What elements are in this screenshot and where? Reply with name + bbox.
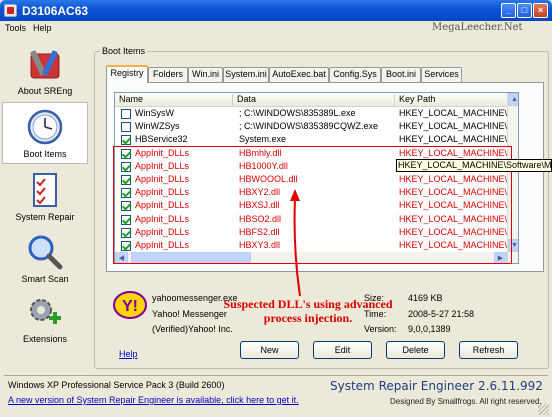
sidebar: About SREng Boot Items System Repair Sma…: [2, 38, 88, 373]
sidebar-item-boot-items[interactable]: Boot Items: [2, 102, 88, 164]
close-button[interactable]: ×: [533, 3, 548, 18]
title-bar: D3106AC63 _ □ ×: [0, 0, 552, 21]
list-header: Name Data Key Path: [115, 93, 518, 107]
key-path-tooltip: HKEY_LOCAL_MACHINE\Software\Micro: [396, 159, 552, 172]
edit-button[interactable]: Edit: [313, 341, 372, 359]
refresh-button[interactable]: Refresh: [459, 341, 518, 359]
svg-text:Y!: Y!: [122, 298, 138, 315]
version-value: 9,0,0,1389: [408, 324, 451, 334]
watermark: MegaLeecher.Net: [432, 22, 523, 33]
tab-folders[interactable]: Folders: [148, 67, 188, 82]
help-link[interactable]: Help: [119, 349, 138, 359]
tab-config-sys[interactable]: Config.Sys: [329, 67, 381, 82]
company-name: (Verified)Yahoo! Inc.: [152, 324, 233, 334]
window-title: D3106AC63: [22, 4, 89, 18]
row-name: WinSysW: [135, 108, 174, 118]
tab-services[interactable]: Services: [421, 67, 462, 82]
sidebar-item-label: About SREng: [17, 86, 73, 96]
row-name: HBService32: [135, 134, 188, 145]
credits: Designed By Smallfrogs. All right reserv…: [390, 397, 542, 406]
row-checkbox[interactable]: [121, 135, 131, 146]
menu-help[interactable]: Help: [33, 23, 52, 33]
group-label: Boot Items: [100, 46, 148, 56]
delete-button[interactable]: Delete: [386, 341, 445, 359]
sidebar-item-label: Extensions: [22, 334, 68, 344]
sidebar-item-label: Boot Items: [23, 149, 67, 159]
tab-boot-ini[interactable]: Boot.ini: [381, 67, 421, 82]
tab-win-ini[interactable]: Win.ini: [188, 67, 223, 82]
column-header-key-path[interactable]: Key Path: [395, 94, 518, 106]
table-row[interactable]: WinWZSys ; C:\WINDOWS\835389CQWZ.exe HKEY_…: [115, 121, 518, 134]
status-separator: [4, 375, 548, 376]
resize-grip[interactable]: [538, 404, 549, 415]
row-key-path: HKEY_LOCAL_MACHINE\Sof: [399, 108, 519, 118]
app-icon: [4, 4, 17, 17]
menu-tools[interactable]: Tools: [5, 23, 26, 33]
sidebar-item-about[interactable]: About SREng: [2, 40, 88, 102]
row-data: ; C:\WINDOWS\835389CQWZ.exe: [239, 121, 379, 132]
size-value: 4169 KB: [408, 293, 443, 303]
sidebar-item-label: System Repair: [15, 212, 75, 222]
sidebar-item-system-repair[interactable]: System Repair: [2, 166, 88, 228]
tab-autoexec-bat[interactable]: AutoExec.bat: [269, 67, 329, 82]
scroll-up-icon[interactable]: ▲: [508, 93, 518, 106]
maximize-button[interactable]: □: [517, 3, 532, 18]
update-link[interactable]: A new version of System Repair Engineer …: [8, 395, 299, 405]
row-data: System.exe: [239, 134, 287, 145]
row-checkbox[interactable]: [121, 109, 131, 119]
product-name: Yahoo! Messenger: [152, 309, 227, 319]
os-info: Windows XP Professional Service Pack 3 (…: [8, 380, 225, 390]
sidebar-item-smart-scan[interactable]: Smart Scan: [2, 228, 88, 290]
tools-icon: [30, 50, 60, 79]
row-key-path: HKEY_LOCAL_MACHINE\Sof: [399, 134, 519, 145]
row-data: ; C:\WINDOWS\835389L.exe: [239, 108, 356, 118]
sidebar-item-extensions[interactable]: Extensions: [2, 288, 88, 350]
version-label: Version:: [364, 324, 397, 334]
row-checkbox[interactable]: [121, 122, 131, 133]
tab-registry[interactable]: Registry: [106, 65, 148, 83]
row-key-path: HKEY_LOCAL_MACHINE\Sof: [399, 121, 519, 132]
sidebar-item-label: Smart Scan: [21, 274, 69, 284]
product-version: System Repair Engineer 2.6.11.992: [330, 379, 543, 393]
time-value: 2008-5-27 21:58: [408, 309, 475, 319]
checklist-icon: [33, 173, 57, 207]
magnifier-icon: [28, 235, 63, 270]
column-header-data[interactable]: Data: [233, 94, 395, 106]
gears-icon: [30, 299, 61, 324]
row-name: WinWZSys: [135, 121, 180, 132]
annotation-text: Suspected DLL's using advanced process i…: [223, 297, 393, 325]
clock-icon: [27, 109, 63, 145]
yahoo-icon: Y!: [113, 291, 147, 319]
column-header-name[interactable]: Name: [115, 94, 233, 106]
table-row[interactable]: WinSysW ; C:\WINDOWS\835389L.exe HKEY_LOCA…: [115, 108, 518, 121]
new-button[interactable]: New: [240, 341, 299, 359]
minimize-button[interactable]: _: [501, 3, 516, 18]
tab-system-ini[interactable]: System.ini: [223, 67, 269, 82]
